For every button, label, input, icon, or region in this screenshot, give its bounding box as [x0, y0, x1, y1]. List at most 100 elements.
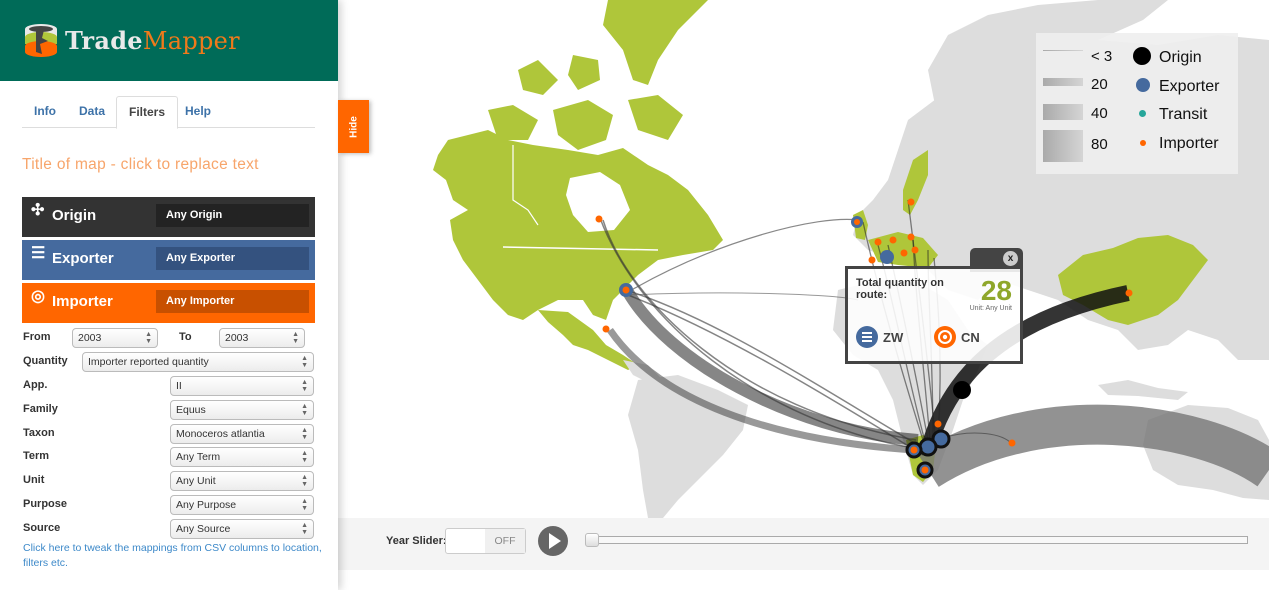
filter-label-app: App. — [23, 379, 48, 391]
dropdown-arrows-icon: ▲ ▼ — [301, 379, 308, 393]
dropdown-arrows-icon: ▲ ▼ — [301, 522, 308, 536]
quantity-label: Quantity — [23, 355, 68, 367]
legend-exporter-dot — [1136, 78, 1150, 92]
to-year-select[interactable]: 2003 ▲ ▼ — [219, 328, 305, 348]
legend-origin-dot — [1133, 47, 1151, 65]
origin-node[interactable] — [953, 381, 971, 399]
route-popup: Total quantity on route: 28 Unit: Any Un… — [845, 266, 1023, 364]
filter-label-term: Term — [23, 450, 50, 462]
filter-select-term[interactable]: Any Term ▲ ▼ — [170, 447, 314, 467]
dropdown-arrows-icon: ▲ ▼ — [301, 427, 308, 441]
importer-filter-bar: ◎ Importer Any Importer — [22, 283, 315, 323]
filter-select-unit[interactable]: Any Unit ▲ ▼ — [170, 471, 314, 491]
importer-node-madagascar[interactable] — [1008, 439, 1016, 447]
list-icon: ☰ — [31, 245, 46, 262]
year-slider-bar: Year Slider: OFF — [338, 518, 1269, 570]
legend-transit-label: Transit — [1159, 106, 1208, 123]
legend-origin-label: Origin — [1159, 49, 1202, 66]
popup-close-button[interactable]: x — [1003, 251, 1018, 266]
legend-width-bar — [1043, 130, 1083, 162]
legend-width-bar — [1043, 50, 1083, 51]
popup-to-code: CN — [961, 330, 980, 345]
legend-width-bar — [1043, 78, 1083, 86]
legend-width-label: 40 — [1091, 105, 1108, 122]
tweak-mappings-link[interactable]: Click here to tweak the mappings from CS… — [23, 541, 323, 571]
origin-label: Origin — [52, 207, 97, 224]
toggle-off-label: OFF — [485, 529, 525, 553]
legend-width-bar — [1043, 104, 1083, 120]
exporter-label: Exporter — [52, 250, 114, 267]
importer-select[interactable]: Any Importer — [156, 290, 309, 313]
exporter-list-icon — [856, 326, 878, 348]
target-icon: ◎ — [31, 288, 45, 305]
exporter-node[interactable] — [918, 437, 938, 457]
app-header: TradeMapper — [0, 0, 338, 81]
map-title-editable[interactable]: Title of map - click to replace text — [22, 156, 259, 174]
dropdown-arrows-icon: ▲ ▼ — [301, 403, 308, 417]
filter-select-source[interactable]: Any Source ▲ ▼ — [170, 519, 314, 539]
importer-node-mexico[interactable] — [602, 325, 610, 333]
legend-importer-dot — [1140, 140, 1146, 146]
filter-label-taxon: Taxon — [23, 427, 55, 439]
origin-select[interactable]: Any Origin — [156, 204, 309, 227]
route-za-oceania[interactable] — [917, 404, 1269, 488]
importer-node-china[interactable] — [1125, 289, 1133, 297]
dropdown-arrows-icon: ▲ ▼ — [301, 355, 308, 369]
country-canada[interactable] — [488, 0, 708, 150]
filter-select-taxon[interactable]: Monoceros atlantia ▲ ▼ — [170, 424, 314, 444]
dropdown-arrows-icon: ▲ ▼ — [301, 474, 308, 488]
importer-node-mozambique[interactable] — [934, 420, 942, 428]
year-slider-track[interactable] — [585, 533, 1248, 547]
map-legend: < 3 20 40 80 Origin Exporter Transit Imp… — [1036, 33, 1238, 174]
popup-from-code: ZW — [883, 330, 904, 345]
hide-sidebar-button[interactable]: Hide — [338, 100, 369, 153]
exporter-node-europe[interactable] — [880, 250, 894, 264]
filter-select-family[interactable]: Equus ▲ ▼ — [170, 400, 314, 420]
tab-help[interactable]: Help — [173, 96, 223, 128]
importer-node-canada[interactable] — [595, 215, 603, 223]
quantity-select[interactable]: Importer reported quantity ▲ ▼ — [82, 352, 314, 372]
filter-select-app[interactable]: II ▲ ▼ — [170, 376, 314, 396]
year-slider-handle[interactable] — [585, 533, 599, 547]
year-slider-toggle[interactable]: OFF — [445, 528, 526, 554]
legend-width-label: < 3 — [1091, 48, 1113, 65]
exporter-filter-bar: ☰ Exporter Any Exporter — [22, 240, 315, 280]
stepper-icon: ▲ ▼ — [145, 331, 152, 345]
sidebar-tabs: Info Data Filters Help — [22, 96, 315, 129]
filter-label-unit: Unit — [23, 474, 45, 486]
tab-info[interactable]: Info — [22, 96, 68, 128]
sidebar: TradeMapper Info Data Filters Help Title… — [0, 0, 338, 590]
exporter-select[interactable]: Any Exporter — [156, 247, 309, 270]
stepper-icon: ▲ ▼ — [292, 331, 299, 345]
importer-label: Importer — [52, 293, 113, 310]
hide-label: Hide — [348, 115, 359, 138]
logo-icon — [25, 24, 57, 57]
app-logo-text: TradeMapper — [65, 26, 240, 55]
popup-unit: Unit: Any Unit — [969, 305, 1012, 312]
dropdown-arrows-icon: ▲ ▼ — [301, 450, 308, 464]
filter-label-family: Family — [23, 403, 58, 415]
legend-width-label: 20 — [1091, 76, 1108, 93]
legend-importer-label: Importer — [1159, 135, 1219, 152]
popup-title: Total quantity on route: — [856, 277, 944, 301]
legend-exporter-label: Exporter — [1159, 78, 1220, 95]
dropdown-arrows-icon: ▲ ▼ — [301, 498, 308, 512]
trademapper-app: < 3 20 40 80 Origin Exporter Transit Imp… — [0, 0, 1269, 590]
country-usa-canada[interactable] — [433, 130, 723, 320]
popup-quantity: 28 — [980, 275, 1012, 306]
play-button[interactable] — [538, 526, 568, 556]
legend-width-label: 80 — [1091, 136, 1108, 153]
filter-label-purpose: Purpose — [23, 498, 68, 510]
tab-data[interactable]: Data — [67, 96, 117, 128]
importer-target-icon — [934, 326, 956, 348]
country-mexico[interactable] — [538, 310, 638, 370]
from-year-select[interactable]: 2003 ▲ ▼ — [72, 328, 158, 348]
to-label: To — [179, 331, 192, 343]
filter-label-source: Source — [23, 522, 61, 534]
year-slider-label: Year Slider: — [386, 535, 447, 547]
filter-select-purpose[interactable]: Any Purpose ▲ ▼ — [170, 495, 314, 515]
legend-transit-dot — [1139, 110, 1146, 117]
from-label: From — [23, 331, 51, 343]
tab-filters[interactable]: Filters — [116, 96, 179, 129]
move-icon: ✣ — [31, 202, 45, 219]
